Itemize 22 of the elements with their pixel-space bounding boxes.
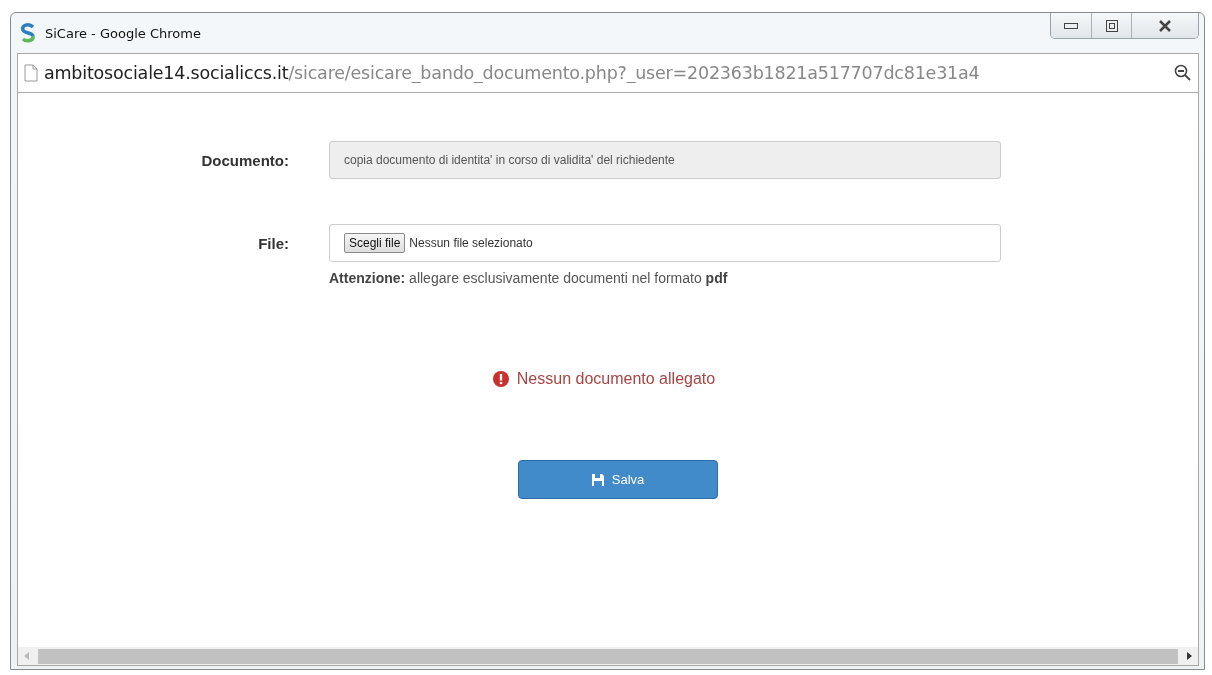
document-field: copia documento di identita' in corso di validita' del richiedente	[329, 141, 1001, 179]
minimize-icon	[1064, 22, 1078, 29]
address-bar[interactable]: ambitosociale14.socialiccs.it/sicare/esicare_bando_documento.php?_user=202363b1821a517707dc81e31a4	[17, 53, 1199, 93]
document-label: Documento:	[200, 151, 289, 169]
close-icon	[1158, 19, 1172, 32]
close-button[interactable]	[1131, 13, 1198, 38]
format-note: Attenzione: allegare esclusivamente documenti nel formato pdf	[329, 270, 729, 286]
file-label: File:	[257, 234, 289, 252]
file-field[interactable]: Scegli file Nessun file selezionato	[329, 224, 1001, 262]
alert-message: Nessun documento allegato	[516, 370, 716, 388]
file-status: Nessun file selezionato	[409, 236, 533, 250]
window-title: SiCare - Google Chrome	[45, 25, 201, 41]
maximize-button[interactable]	[1091, 13, 1131, 38]
alert-icon	[492, 371, 509, 387]
maximize-icon	[1105, 19, 1118, 32]
url-text: ambitosociale14.socialiccs.it/sicare/esicare_bando_documento.php?_user=202363b1821a517707dc81e31a4	[44, 63, 981, 83]
zoom-out-icon[interactable]	[1174, 64, 1192, 82]
page-icon	[24, 64, 38, 82]
save-button[interactable]: Salva	[518, 460, 718, 499]
horizontal-scrollbar[interactable]	[18, 647, 1198, 665]
choose-file-button[interactable]: Scegli file	[344, 233, 406, 253]
app-logo-icon	[19, 23, 37, 43]
